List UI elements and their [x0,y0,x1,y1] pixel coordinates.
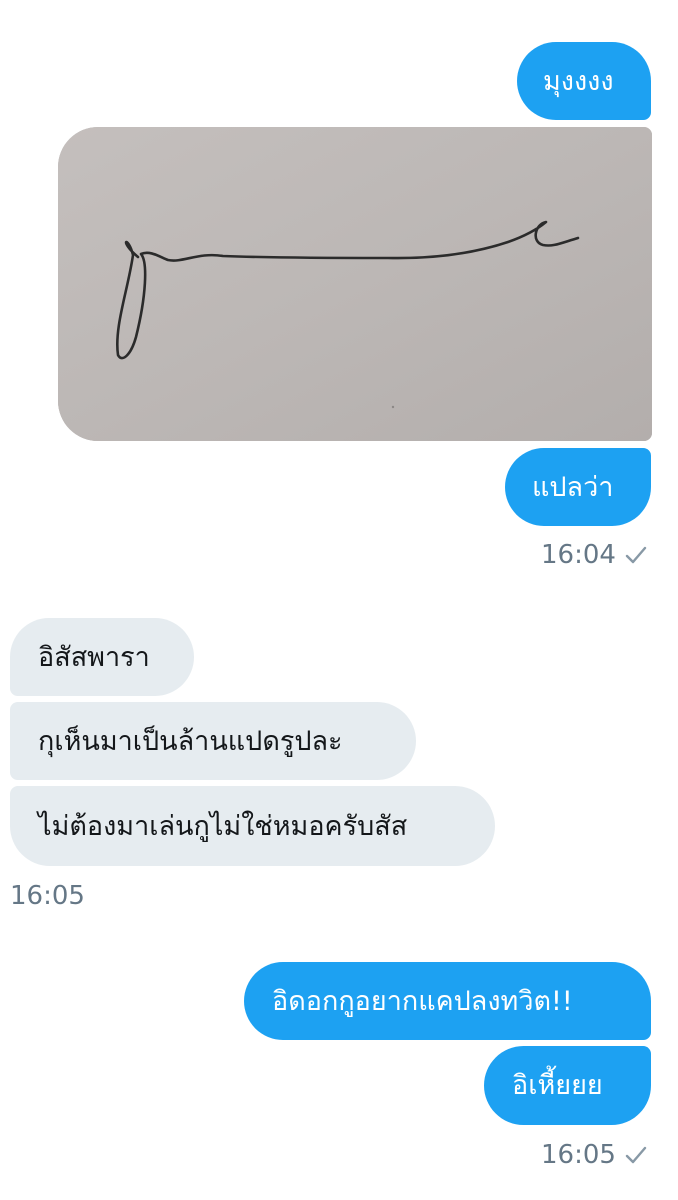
message-bubble-outgoing[interactable]: มุงงงง [517,42,651,120]
message-text: กุเห็นมาเป็นล้านแปดรูปละ [38,725,343,757]
signature-photo[interactable] [58,127,652,441]
handwritten-signature [58,127,652,441]
message-text: อิสัสพารา [38,641,150,673]
message-bubble-outgoing[interactable]: แปลว่า [505,448,651,526]
timestamp-text: 16:04 [541,540,616,570]
message-text: แปลว่า [532,471,614,503]
message-bubble-incoming[interactable]: อิสัสพารา [10,618,194,696]
timestamp-text: 16:05 [541,1140,616,1170]
checkmark-icon [624,1145,648,1165]
checkmark-icon [624,545,648,565]
message-timestamp: 16:05 [10,881,85,911]
message-text: อิเหี้ยยย [512,1070,603,1101]
message-bubble-incoming[interactable]: ไม่ต้องมาเล่นกูไม่ใช่หมอครับสัส [10,786,495,866]
timestamp-text: 16:05 [10,881,85,911]
message-bubble-outgoing[interactable]: อิดอกกูอยากแคปลงทวิต!! [244,962,651,1040]
message-text: อิดอกกูอยากแคปลงทวิต!! [272,985,573,1017]
message-bubble-outgoing[interactable]: อิเหี้ยยย [484,1046,651,1125]
message-text: มุงงงง [543,65,614,97]
message-timestamp: 16:04 [541,540,648,570]
message-bubble-incoming[interactable]: กุเห็นมาเป็นล้านแปดรูปละ [10,702,416,780]
message-text: ไม่ต้องมาเล่นกูไม่ใช่หมอครับสัส [38,810,408,842]
message-timestamp: 16:05 [541,1140,648,1170]
